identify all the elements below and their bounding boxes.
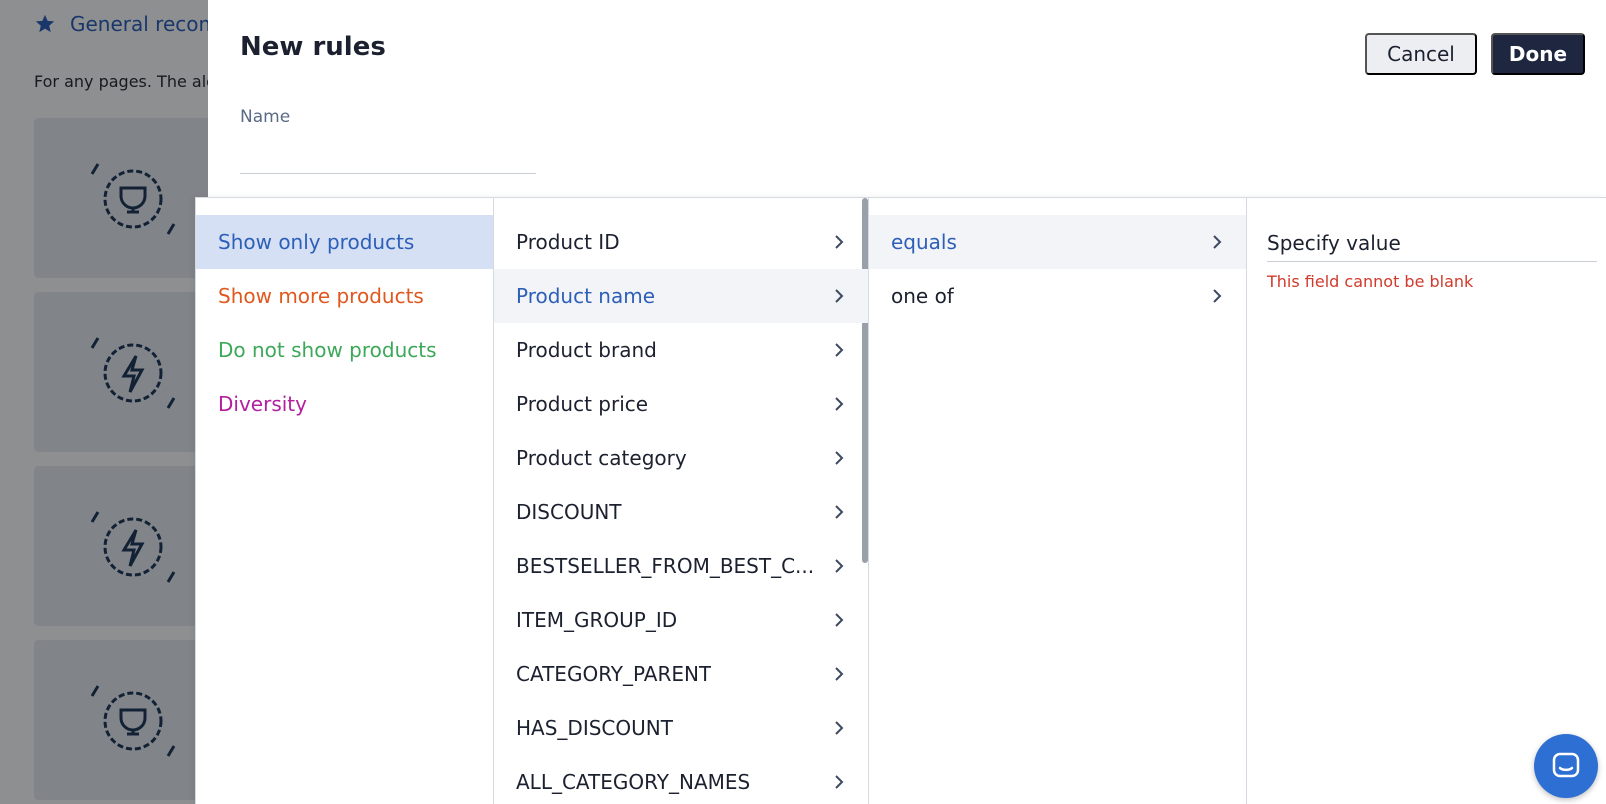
operator-item-label: one of <box>891 284 954 308</box>
rule-type-item-label: Show only products <box>218 230 415 254</box>
name-label: Name <box>240 107 291 127</box>
value-error-message: This field cannot be blank <box>1267 272 1474 291</box>
field-item-label: DISCOUNT <box>516 500 622 524</box>
field-item[interactable]: Product name <box>494 269 868 323</box>
rule-type-item[interactable]: Do not show products <box>196 323 493 377</box>
chevron-right-icon <box>835 289 844 303</box>
field-item-label: CATEGORY_PARENT <box>516 662 712 686</box>
name-input[interactable] <box>240 140 536 174</box>
chevron-right-icon <box>835 775 844 789</box>
chevron-right-icon <box>835 451 844 465</box>
chevron-right-icon <box>835 397 844 411</box>
field-item[interactable]: Product brand <box>494 323 868 377</box>
field-item-label: BESTSELLER_FROM_BEST_C... <box>516 554 815 578</box>
rule-builder-menu: Show only products Show more products Do n… <box>195 197 1606 804</box>
field-item-label: Product category <box>516 446 687 470</box>
rule-type-item[interactable]: Show more products <box>196 269 493 323</box>
rule-type-item-label: Do not show products <box>218 338 437 362</box>
chat-icon <box>1552 752 1580 778</box>
field-item-label: ALL_CATEGORY_NAMES <box>516 770 751 794</box>
field-item-label: Product price <box>516 392 649 416</box>
field-item[interactable]: DISCOUNT <box>494 485 868 539</box>
operator-item[interactable]: one of <box>869 269 1246 323</box>
rule-type-item-label: Show more products <box>218 284 424 308</box>
operator-item[interactable]: equals <box>869 215 1246 269</box>
cancel-button[interactable]: Cancel <box>1365 33 1477 75</box>
field-column: Product ID Product name Product brand Produ… <box>494 198 869 804</box>
field-item-label: Product ID <box>516 230 620 254</box>
field-item-label: Product name <box>516 284 656 308</box>
chevron-right-icon <box>835 235 844 249</box>
value-input[interactable] <box>1267 224 1597 262</box>
field-item[interactable]: Product ID <box>494 215 868 269</box>
done-button[interactable]: Done <box>1491 33 1585 75</box>
chevron-right-icon <box>835 721 844 735</box>
chevron-right-icon <box>1213 235 1222 249</box>
field-item[interactable]: ITEM_GROUP_ID <box>494 593 868 647</box>
rule-type-column: Show only products Show more products Do n… <box>196 198 494 804</box>
chevron-right-icon <box>835 343 844 357</box>
rule-type-item[interactable]: Show only products <box>196 215 493 269</box>
value-column: This field cannot be blank <box>1247 198 1606 804</box>
field-item[interactable]: Product price <box>494 377 868 431</box>
rule-type-item-label: Diversity <box>218 392 307 416</box>
field-item-label: ITEM_GROUP_ID <box>516 608 678 632</box>
chevron-right-icon <box>835 667 844 681</box>
operator-item-label: equals <box>891 230 957 254</box>
field-item[interactable]: HAS_DISCOUNT <box>494 701 868 755</box>
chevron-right-icon <box>835 613 844 627</box>
chevron-right-icon <box>835 505 844 519</box>
field-item-label: HAS_DISCOUNT <box>516 716 673 740</box>
chat-launcher-button[interactable] <box>1534 734 1598 798</box>
field-item-label: Product brand <box>516 338 657 362</box>
chevron-right-icon <box>835 559 844 573</box>
field-item[interactable]: Product category <box>494 431 868 485</box>
field-item[interactable]: BESTSELLER_FROM_BEST_C... <box>494 539 868 593</box>
operator-column: equals one of <box>869 198 1247 804</box>
field-item[interactable]: CATEGORY_PARENT <box>494 647 868 701</box>
field-item[interactable]: ALL_CATEGORY_NAMES <box>494 755 868 804</box>
drawer-title: New rules <box>240 32 386 62</box>
rule-type-item[interactable]: Diversity <box>196 377 493 431</box>
chevron-right-icon <box>1213 289 1222 303</box>
